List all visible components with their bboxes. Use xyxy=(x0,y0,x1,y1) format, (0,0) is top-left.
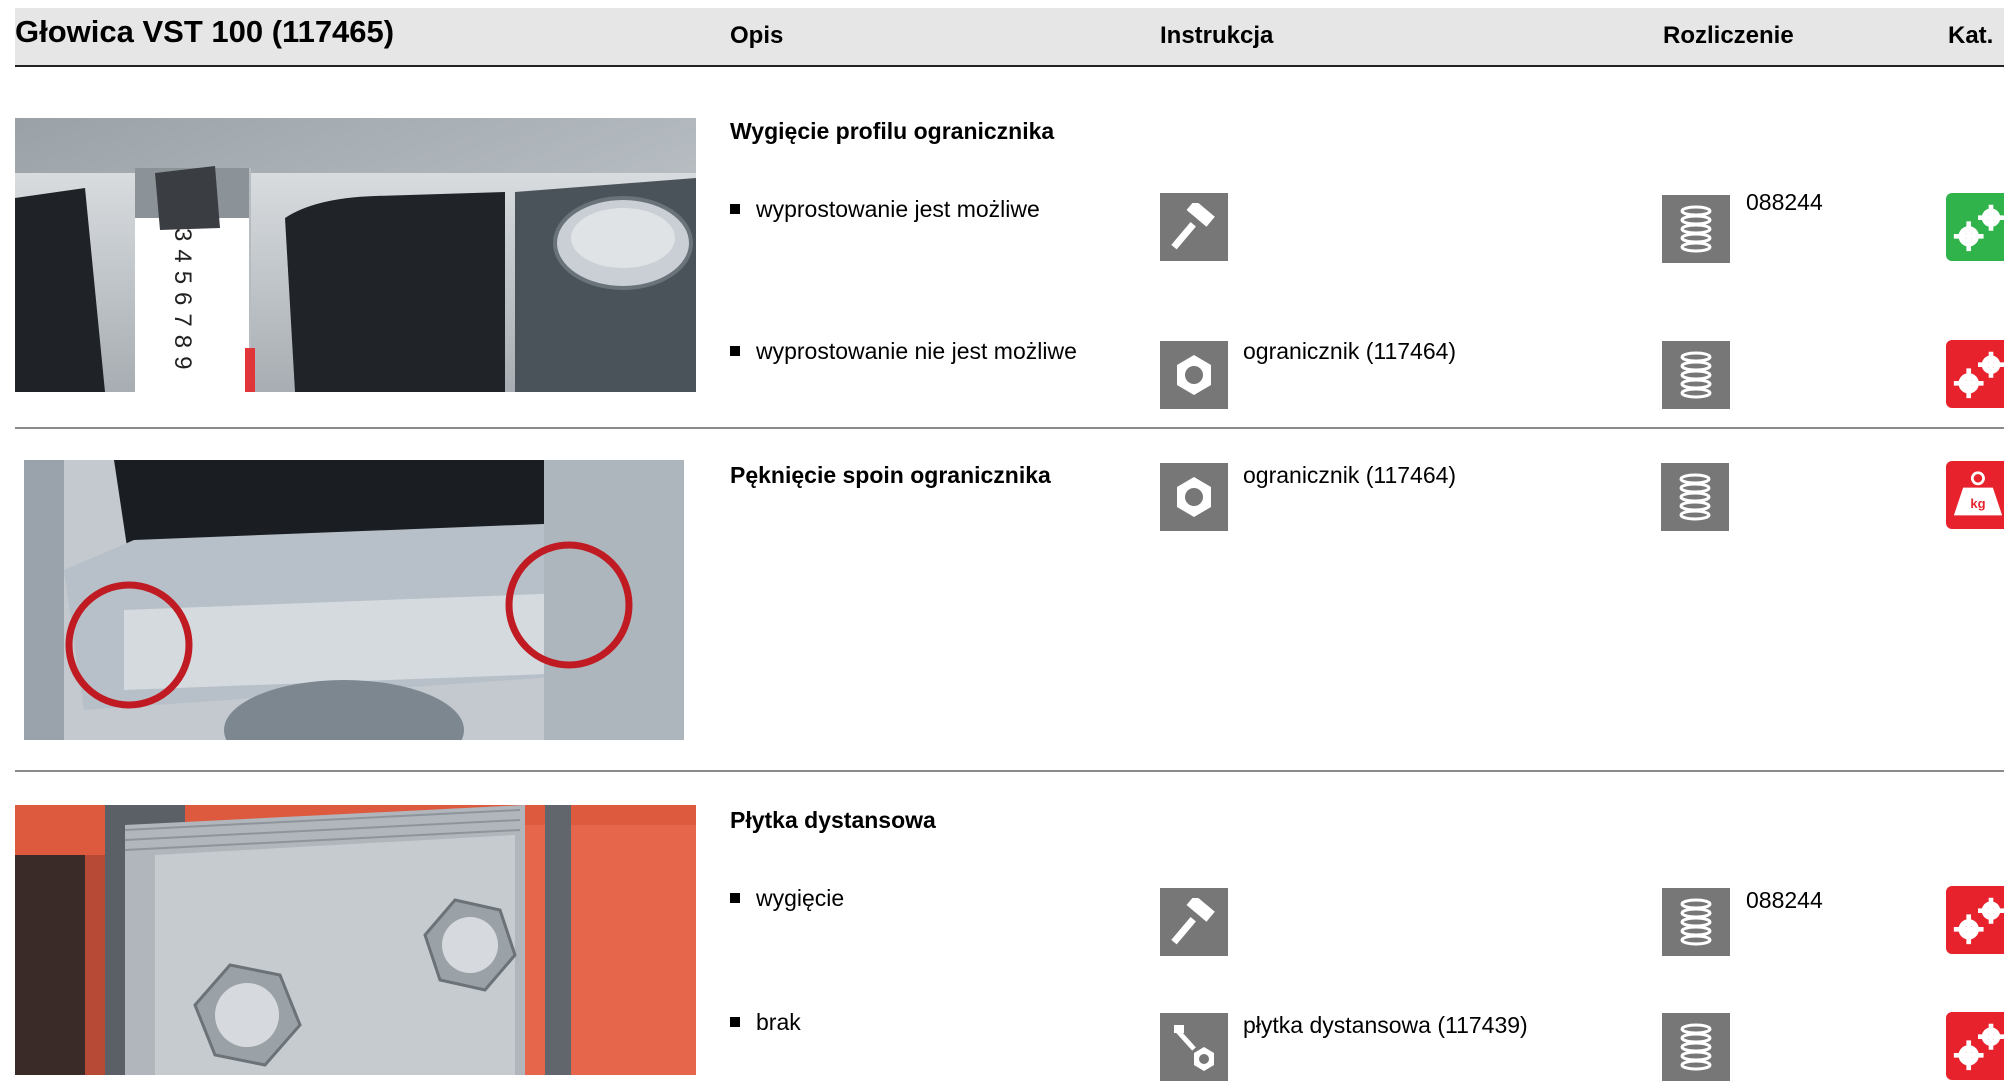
photo-limiter-weld-crack xyxy=(24,460,684,740)
hammer-icon xyxy=(1160,193,1228,261)
gears-icon xyxy=(1946,193,2004,261)
page-title: Głowica VST 100 (117465) xyxy=(15,14,395,49)
weight-label: kg xyxy=(1970,496,1985,511)
list-item: wyprostowanie nie jest możliwe xyxy=(730,338,1077,365)
gears-icon xyxy=(1946,886,2004,954)
bolt-nut-icon xyxy=(1160,1013,1228,1081)
nut-icon xyxy=(1160,341,1228,409)
billing-code: 088244 xyxy=(1746,887,1823,913)
hammer-icon xyxy=(1160,888,1228,956)
gears-icon xyxy=(1946,340,2004,408)
section-title: Wygięcie profilu ogranicznika xyxy=(730,118,1055,144)
list-item-label: wygięcie xyxy=(756,885,845,911)
coil-spring-icon xyxy=(1661,463,1729,531)
column-header-opis: Opis xyxy=(730,22,784,49)
coil-spring-icon xyxy=(1662,1013,1730,1081)
list-item-label: wyprostowanie jest możliwe xyxy=(756,196,1040,222)
list-item: brak xyxy=(730,1009,801,1036)
list-item: wygięcie xyxy=(730,885,844,912)
part-name: ogranicznik (117464) xyxy=(1243,462,1457,488)
photo-limiter-profile-bend: 3456789 xyxy=(15,118,696,392)
list-item-label: wyprostowanie nie jest możliwe xyxy=(756,338,1077,364)
section-divider xyxy=(15,770,2004,772)
column-header-kat: Kat. xyxy=(1948,22,1994,49)
part-name: ogranicznik (117464) xyxy=(1243,338,1457,364)
column-header-instrukcja: Instrukcja xyxy=(1160,22,1274,49)
coil-spring-icon xyxy=(1662,195,1730,263)
svg-text:3456789: 3456789 xyxy=(169,228,196,377)
tape-measure-digits: 3456789 xyxy=(169,228,196,377)
part-name: płytka dystansowa (117439) xyxy=(1243,1012,1528,1038)
section-title: Płytka dystansowa xyxy=(730,807,936,833)
billing-code: 088244 xyxy=(1746,189,1823,215)
list-item-label: brak xyxy=(756,1009,801,1035)
coil-spring-icon xyxy=(1662,888,1730,956)
column-header-rozliczenie: Rozliczenie xyxy=(1663,22,1794,49)
section-title: Pęknięcie spoin ogranicznika xyxy=(730,462,1051,488)
gears-icon xyxy=(1946,1012,2004,1080)
nut-icon xyxy=(1160,463,1228,531)
section-divider xyxy=(15,427,2004,429)
coil-spring-icon xyxy=(1662,341,1730,409)
photo-spacer-plate xyxy=(15,805,696,1075)
weight-kg-icon: kg xyxy=(1946,461,2004,529)
list-item: wyprostowanie jest możliwe xyxy=(730,196,1040,223)
